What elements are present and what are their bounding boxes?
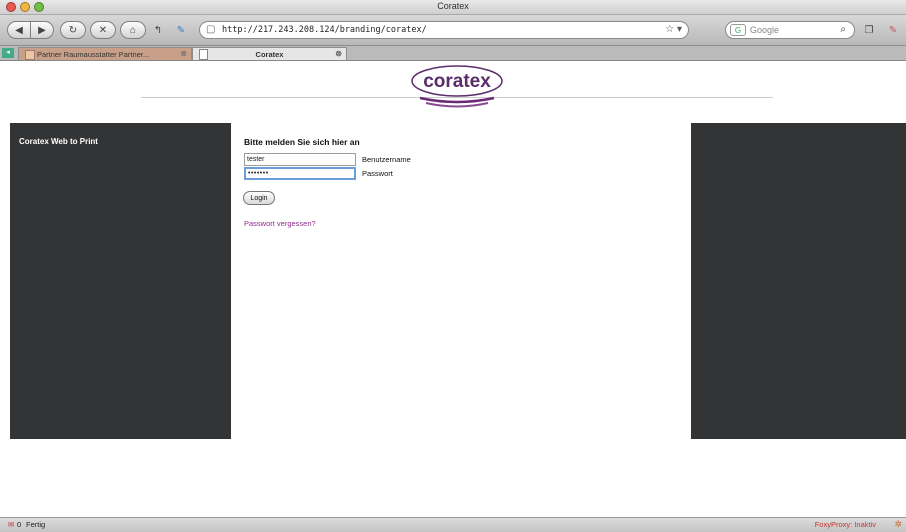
mail-count: 0 — [17, 520, 22, 529]
bookmark-add-icon[interactable]: ✎ — [172, 21, 190, 39]
coratex-logo: coratex — [411, 65, 503, 108]
window-title: Coratex — [437, 1, 469, 11]
logo-text: coratex — [423, 71, 491, 92]
search-bar[interactable]: G Google ⌕ — [725, 21, 855, 39]
page-icon: ▢ — [206, 24, 216, 35]
username-input[interactable]: tester — [244, 153, 356, 166]
tab-page-icon — [199, 49, 208, 60]
tab-favicon-icon — [25, 50, 35, 60]
login-button[interactable]: Login — [243, 191, 275, 205]
search-icon[interactable]: ⌕ — [840, 24, 846, 35]
addon-status-icon[interactable]: ✲ — [894, 519, 902, 530]
browser-toolbar: ◀ ▶ ↻ ✕ ⌂ ↰ ✎ ▢ http://217.243.208.124/b… — [0, 15, 906, 46]
tab-close-icon[interactable]: ⊗ — [335, 49, 342, 58]
reload-button[interactable]: ↻ — [60, 21, 86, 39]
mail-icon[interactable]: ✉ — [8, 520, 14, 529]
search-input[interactable]: Google — [750, 25, 779, 35]
tab-partner[interactable]: Partner Raumausstatter Partner... ⊗ — [18, 47, 192, 60]
status-text: Fertig — [26, 520, 46, 529]
history-icon[interactable]: ↰ — [150, 21, 166, 39]
foxyproxy-status[interactable]: FoxyProxy: Inaktiv — [815, 520, 876, 529]
right-sidebar — [691, 123, 906, 439]
sidebar-title: Coratex Web to Print — [19, 137, 98, 146]
tab-coratex[interactable]: Coratex ⊗ — [192, 47, 347, 60]
tab-list-icon[interactable]: ◂ — [2, 48, 14, 58]
forward-button[interactable]: ▶ — [30, 21, 54, 39]
tab-label: Coratex — [255, 49, 284, 59]
stop-button[interactable]: ✕ — [90, 21, 116, 39]
window-titlebar: Coratex — [0, 0, 906, 15]
back-button[interactable]: ◀ — [7, 21, 31, 39]
username-label: Benutzername — [362, 155, 411, 164]
tab-strip: ◂ Partner Raumausstatter Partner... ⊗ Co… — [0, 46, 906, 61]
tab-label: Partner Raumausstatter Partner... — [37, 49, 150, 59]
left-sidebar: Coratex Web to Print — [10, 123, 231, 439]
forgot-password-link[interactable]: Passwort vergessen? — [244, 219, 316, 228]
addon-icon[interactable]: ✎ — [884, 21, 902, 39]
status-bar: ✉ 0 Fertig FoxyProxy: Inaktiv ✲ — [0, 517, 906, 532]
bookmark-star-icon[interactable]: ☆ ▾ — [665, 24, 682, 35]
login-heading: Bitte melden Sie sich hier an — [244, 137, 360, 147]
extension-icon[interactable]: ❐ — [860, 21, 878, 39]
home-button[interactable]: ⌂ — [120, 21, 146, 39]
search-engine-icon[interactable]: G — [730, 24, 746, 36]
url-text[interactable]: http://217.243.208.124/branding/coratex/ — [222, 25, 427, 35]
password-input[interactable]: ••••••• — [244, 167, 356, 180]
address-bar[interactable]: ▢ http://217.243.208.124/branding/corate… — [199, 21, 689, 39]
password-label: Passwort — [362, 169, 393, 178]
tab-close-icon[interactable]: ⊗ — [180, 49, 187, 58]
